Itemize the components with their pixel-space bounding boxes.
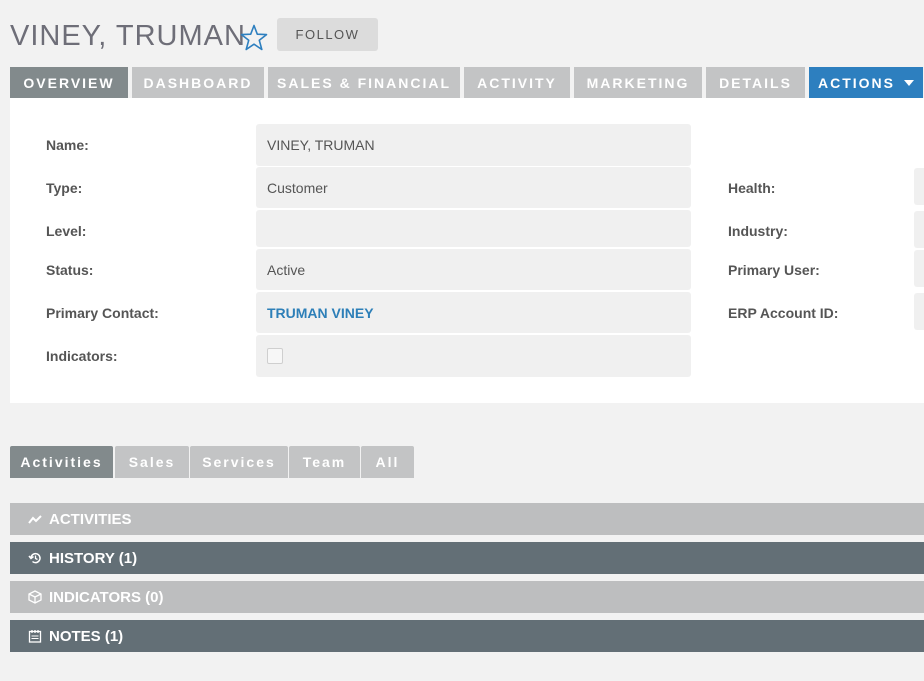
industry-value [914, 211, 924, 248]
panel-title: ACTIVITIES [49, 510, 132, 528]
status-label: Status: [46, 262, 94, 278]
chart-line-icon [28, 515, 42, 524]
health-label: Health: [728, 180, 776, 196]
subtab-sales[interactable]: Sales [115, 446, 189, 478]
tab-marketing[interactable]: MARKETING [574, 67, 702, 98]
erp-account-id-value [914, 293, 924, 330]
subtab-activities[interactable]: Activities [10, 446, 113, 478]
name-label: Name: [46, 137, 89, 153]
cube-icon [28, 590, 42, 604]
subtab-all[interactable]: All [361, 446, 414, 478]
tab-label: DASHBOARD [143, 74, 253, 91]
industry-label: Industry: [728, 223, 788, 239]
subtab-services[interactable]: Services [190, 446, 288, 478]
panel-title: HISTORY (1) [49, 549, 138, 567]
subtab-label: Sales [128, 454, 176, 470]
tab-activity[interactable]: ACTIVITY [464, 67, 570, 98]
notes-panel-header[interactable]: NOTES (1) [10, 620, 924, 652]
notepad-icon [28, 630, 42, 643]
tab-label: OVERVIEW [23, 74, 115, 91]
type-value: Customer [256, 167, 691, 208]
tab-label: MARKETING [586, 74, 690, 91]
panel-title: NOTES (1) [49, 627, 124, 645]
panel-title: INDICATORS (0) [49, 588, 164, 606]
level-label: Level: [46, 223, 87, 239]
subtab-team[interactable]: Team [289, 446, 360, 478]
actions-dropdown-button[interactable]: ACTIONS [809, 67, 923, 98]
primary-user-value [914, 250, 924, 287]
subtab-label: All [375, 454, 400, 470]
level-value [256, 210, 691, 247]
indicators-panel-header[interactable]: INDICATORS (0) [10, 581, 924, 613]
type-label: Type: [46, 180, 83, 196]
indicators-value [256, 335, 691, 377]
tab-label: SALES & FINANCIAL [277, 74, 451, 91]
indicators-label: Indicators: [46, 348, 118, 364]
caret-down-icon [904, 79, 914, 86]
tab-dashboard[interactable]: DASHBOARD [132, 67, 264, 98]
tab-sales-financial[interactable]: SALES & FINANCIAL [268, 67, 460, 98]
tab-overview[interactable]: OVERVIEW [10, 67, 128, 98]
primary-contact-label: Primary Contact: [46, 305, 159, 321]
history-panel-header[interactable]: HISTORY (1) [10, 542, 924, 574]
tab-label: ACTIVITY [477, 74, 557, 91]
subtab-label: Activities [20, 454, 103, 470]
subtab-label: Team [302, 454, 347, 470]
tab-details[interactable]: DETAILS [706, 67, 805, 98]
status-value: Active [256, 249, 691, 290]
activities-panel-header[interactable]: ACTIVITIES [10, 503, 924, 535]
favorite-star-icon[interactable] [239, 23, 269, 53]
primary-user-label: Primary User: [728, 262, 820, 278]
erp-account-id-label: ERP Account ID: [728, 305, 839, 321]
indicators-checkbox[interactable] [267, 348, 283, 364]
health-value [914, 168, 924, 205]
history-icon [28, 552, 41, 564]
overview-card: Name: VINEY, TRUMAN Type: Customer Level… [10, 98, 924, 403]
primary-contact-link[interactable]: TRUMAN VINEY [256, 292, 691, 333]
page-title: VINEY, TRUMAN [10, 20, 246, 52]
tab-label: DETAILS [719, 74, 792, 91]
name-value: VINEY, TRUMAN [256, 124, 691, 166]
subtab-label: Services [202, 454, 276, 470]
follow-button[interactable]: FOLLOW [277, 18, 378, 51]
tab-label: ACTIONS [818, 74, 895, 91]
